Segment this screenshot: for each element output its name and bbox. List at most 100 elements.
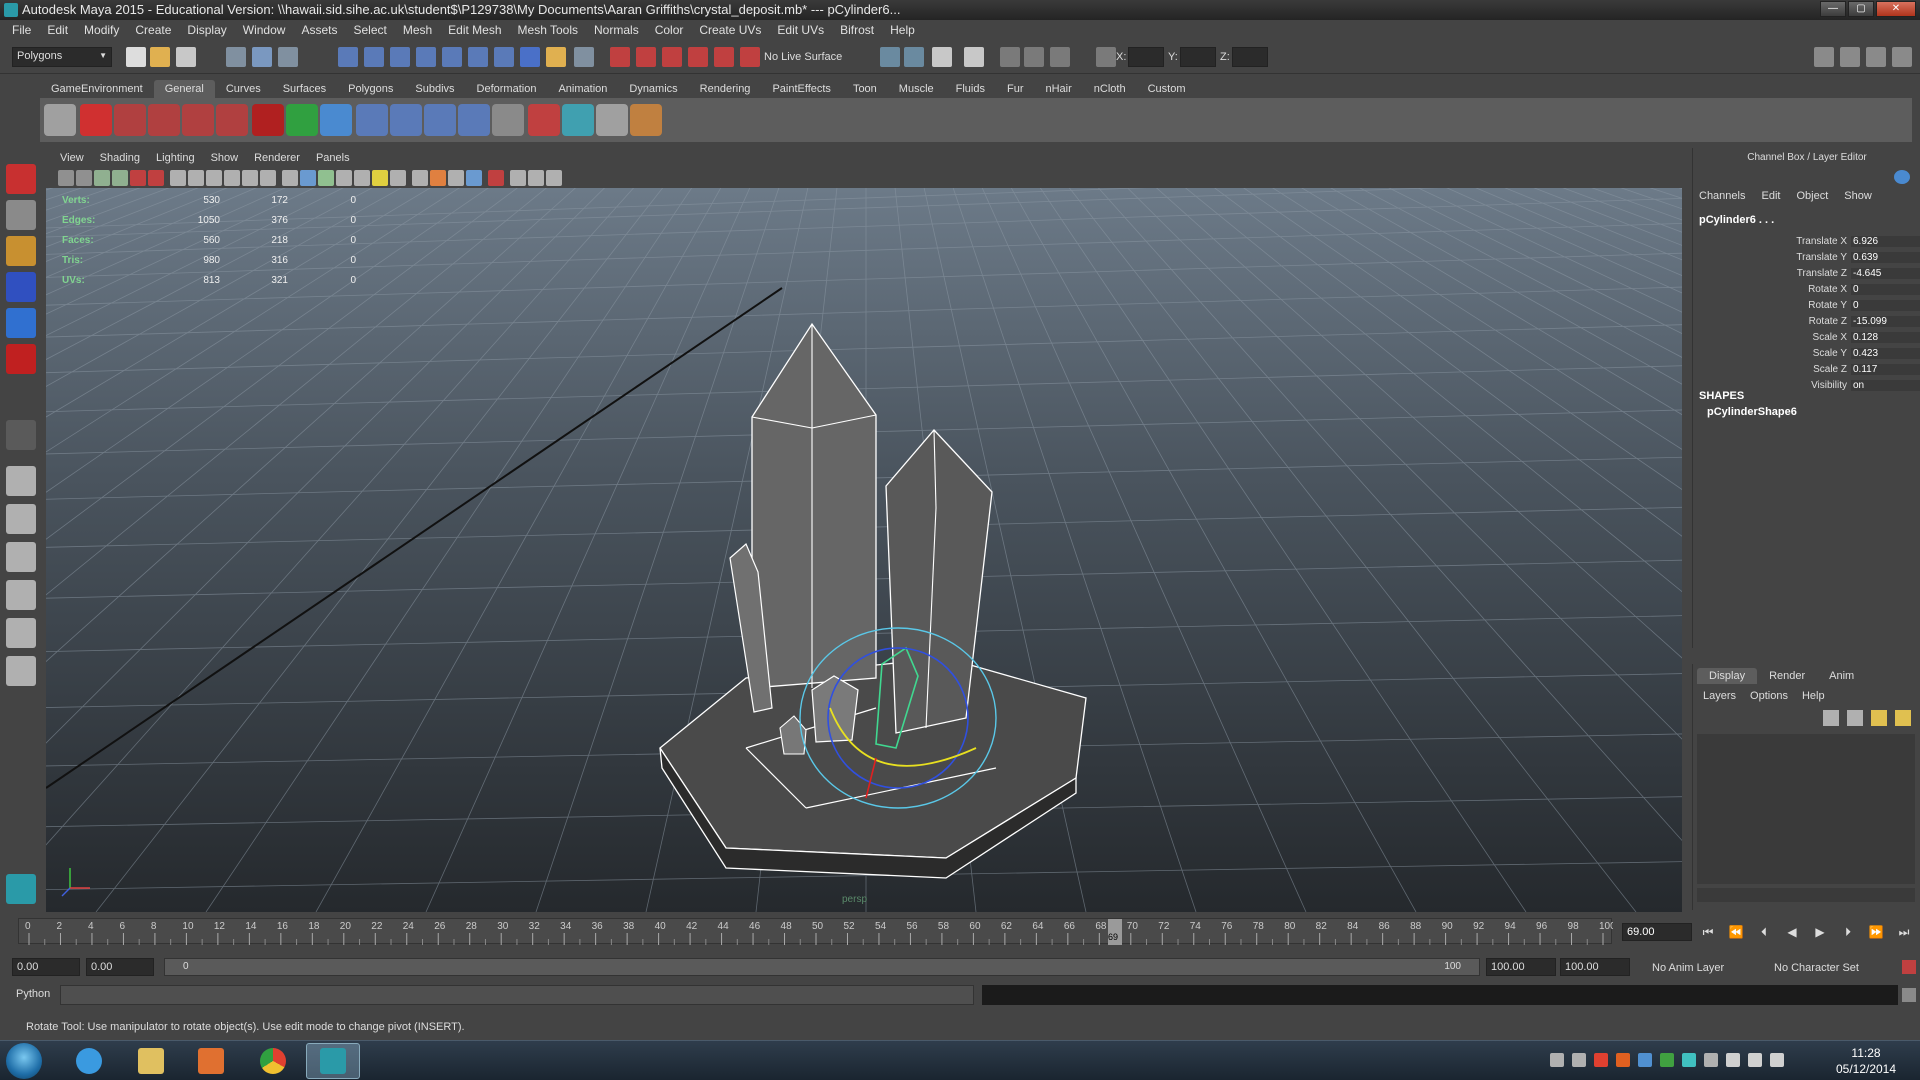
move-layer-up-icon[interactable] — [1823, 710, 1839, 726]
gate-mask-icon[interactable] — [224, 170, 240, 186]
tool-settings-icon[interactable] — [1840, 47, 1860, 67]
tray-app-icon[interactable] — [1572, 1053, 1586, 1067]
attribute-value[interactable]: 0 — [1851, 300, 1920, 311]
new-layer-selected-icon[interactable] — [1895, 710, 1911, 726]
shape-node-name[interactable]: pCylinderShape6 — [1707, 406, 1797, 418]
grid-toggle-icon[interactable] — [170, 170, 186, 186]
graph-layout-icon[interactable] — [6, 580, 36, 610]
layer-tab-display[interactable]: Display — [1697, 668, 1758, 684]
input-output-icon[interactable] — [546, 47, 566, 67]
play-backwards-icon[interactable]: ◀ — [1782, 923, 1802, 941]
group-shelf-icon[interactable] — [596, 104, 628, 136]
playback-start-field[interactable]: 0.00 — [86, 958, 154, 976]
menu-mesh-tools[interactable]: Mesh Tools — [510, 23, 586, 37]
hypershade-icon[interactable] — [688, 47, 708, 67]
render-view-icon[interactable] — [574, 47, 594, 67]
preferences-icon[interactable] — [1902, 960, 1916, 974]
render-frame-icon[interactable] — [610, 47, 630, 67]
taskbar-clock[interactable]: 11:28 05/12/2014 — [1826, 1045, 1906, 1077]
snap-curve-icon[interactable] — [364, 47, 384, 67]
tray-network-icon[interactable] — [1748, 1053, 1762, 1067]
shelf-tab-toon[interactable]: Toon — [842, 80, 888, 98]
menu-display[interactable]: Display — [179, 23, 234, 37]
play-forwards-icon[interactable]: ▶ — [1810, 923, 1830, 941]
shelf-tab-surfaces[interactable]: Surfaces — [272, 80, 337, 98]
attribute-row[interactable]: Scale X 0.128 — [1693, 332, 1920, 348]
layer-menu-options[interactable]: Options — [1750, 690, 1802, 702]
script2-shelf-icon[interactable] — [148, 104, 180, 136]
move-tool-icon[interactable] — [6, 272, 36, 302]
tray-dropbox-icon[interactable] — [1682, 1053, 1696, 1067]
constraint-shelf-icon[interactable] — [528, 104, 560, 136]
graph-shelf-icon[interactable] — [492, 104, 524, 136]
script-shelf-icon[interactable] — [114, 104, 146, 136]
menu-color[interactable]: Color — [647, 23, 692, 37]
layer-menu-help[interactable]: Help — [1802, 690, 1839, 702]
current-time-indicator[interactable]: 69 — [1108, 919, 1123, 945]
viewport-2-icon[interactable] — [546, 170, 562, 186]
shelf-tab-animation[interactable]: Animation — [547, 80, 618, 98]
safe-action-icon[interactable] — [260, 170, 276, 186]
layer-tab-anim[interactable]: Anim — [1817, 668, 1866, 684]
select-object-icon[interactable] — [252, 47, 272, 67]
minimize-button[interactable]: — — [1820, 1, 1846, 17]
last-tool-icon[interactable] — [6, 420, 36, 450]
shelf-tab-nhair[interactable]: nHair — [1034, 80, 1082, 98]
select-tool-icon[interactable] — [6, 164, 36, 194]
use-all-lights-icon[interactable] — [372, 170, 388, 186]
tray-show-icon[interactable] — [1550, 1053, 1564, 1067]
outliner-layout-icon[interactable] — [6, 542, 36, 572]
script3-shelf-icon[interactable] — [182, 104, 214, 136]
shelf-tab-muscle[interactable]: Muscle — [888, 80, 945, 98]
motion-blur-icon[interactable] — [430, 170, 446, 186]
channel-box-help-icon[interactable] — [1894, 170, 1910, 184]
range-bar[interactable]: 0 100 — [164, 958, 1480, 976]
menu-file[interactable]: File — [4, 23, 39, 37]
joint-shelf-icon[interactable] — [356, 104, 388, 136]
command-language-label[interactable]: Python — [16, 988, 50, 1000]
single-perspective-layout-icon[interactable] — [6, 466, 36, 496]
script4-shelf-icon[interactable] — [216, 104, 248, 136]
symmetry-icon[interactable] — [880, 47, 900, 67]
lasso-tool-icon[interactable] — [6, 200, 36, 230]
cube-shelf-icon[interactable] — [562, 104, 594, 136]
menu-normals[interactable]: Normals — [586, 23, 647, 37]
shelf-tab-curves[interactable]: Curves — [215, 80, 272, 98]
shelf-tab-polygons[interactable]: Polygons — [337, 80, 404, 98]
ipr-render-icon[interactable] — [636, 47, 656, 67]
anim-layer-label[interactable]: No Anim Layer — [1652, 962, 1724, 974]
view-2d-pan-icon[interactable] — [130, 170, 146, 186]
y-coordinate-field[interactable] — [1180, 47, 1216, 67]
script-editor-icon[interactable] — [1902, 988, 1916, 1002]
new-layer-icon[interactable] — [1871, 710, 1887, 726]
animation-start-field[interactable]: 0.00 — [12, 958, 80, 976]
shelf-tab-gameenvironment[interactable]: GameEnvironment — [40, 80, 154, 98]
bookmarks-icon[interactable] — [94, 170, 110, 186]
transform-constraint-icon[interactable] — [904, 47, 924, 67]
step-forward-key-icon[interactable]: ⏩ — [1866, 923, 1886, 941]
menu-mesh[interactable]: Mesh — [395, 23, 440, 37]
layout-icon[interactable] — [1050, 47, 1070, 67]
snap-point-icon[interactable] — [390, 47, 410, 67]
attribute-row[interactable]: Rotate X 0 — [1693, 284, 1920, 300]
attribute-value[interactable]: 0 — [1851, 284, 1920, 295]
taskbar-media-player[interactable] — [184, 1043, 238, 1079]
shelf-tab-deformation[interactable]: Deformation — [466, 80, 548, 98]
shelf-tab-subdivs[interactable]: Subdivs — [404, 80, 465, 98]
channel-menu-channels[interactable]: Channels — [1699, 190, 1761, 202]
help-shelf-icon[interactable] — [80, 104, 112, 136]
menu-help[interactable]: Help — [882, 23, 923, 37]
close-button[interactable]: ✕ — [1876, 1, 1916, 17]
select-hierarchy-icon[interactable] — [226, 47, 246, 67]
attribute-value[interactable]: 6.926 — [1851, 236, 1920, 247]
select-camera-icon[interactable] — [58, 170, 74, 186]
wireframe-icon[interactable] — [282, 170, 298, 186]
hypershade-layout-icon[interactable] — [6, 618, 36, 648]
character-set-label[interactable]: No Character Set — [1774, 962, 1859, 974]
menu-create-uvs[interactable]: Create UVs — [691, 23, 769, 37]
channel-box-icon[interactable] — [1866, 47, 1886, 67]
current-frame-field[interactable]: 69.00 — [1622, 923, 1692, 941]
film-gate-icon[interactable] — [188, 170, 204, 186]
channel-menu-object[interactable]: Object — [1796, 190, 1844, 202]
depth-of-field-icon[interactable] — [466, 170, 482, 186]
